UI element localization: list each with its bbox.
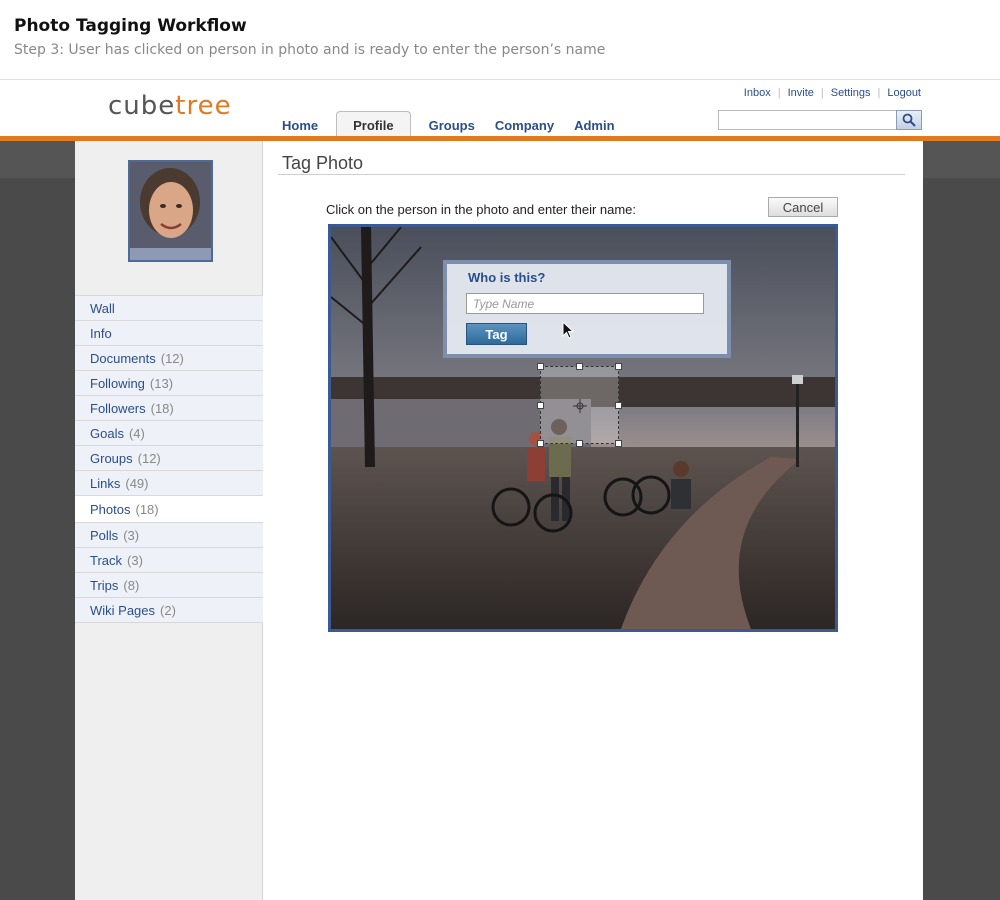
resize-handle-bottom-left[interactable] [537, 440, 544, 447]
logout-link[interactable]: Logout [887, 87, 921, 99]
sidebar-item-trips[interactable]: Trips (8) [75, 573, 263, 598]
sidebar-item-wall[interactable]: Wall [75, 296, 263, 321]
sidebar-item-documents[interactable]: Documents (12) [75, 346, 263, 371]
search-button[interactable] [896, 110, 922, 130]
sidebar-item-polls[interactable]: Polls (3) [75, 523, 263, 548]
tab-company[interactable]: Company [485, 111, 564, 136]
tag-photo[interactable]: Who is this? Type Name Tag [328, 224, 838, 632]
title-divider [278, 174, 905, 175]
search-input[interactable] [718, 110, 898, 130]
workflow-header: Photo Tagging Workflow Step 3: User has … [0, 0, 1000, 80]
tag-selection-box[interactable] [537, 363, 622, 447]
resize-handle-right[interactable] [615, 402, 622, 409]
cursor-icon [562, 321, 574, 339]
tag-button[interactable]: Tag [466, 323, 527, 345]
tab-home[interactable]: Home [272, 111, 328, 136]
search-icon [902, 113, 916, 127]
page-title: Tag Photo [282, 153, 364, 173]
sidebar-item-groups[interactable]: Groups (12) [75, 446, 263, 471]
site-header: cubetree Inbox | Invite | Settings | Logout Ho… [0, 81, 1000, 136]
logo-part-2: tree [175, 91, 232, 121]
sidebar-item-info[interactable]: Info [75, 321, 263, 346]
resize-handle-top-left[interactable] [537, 363, 544, 370]
sidebar-item-goals[interactable]: Goals (4) [75, 421, 263, 446]
cancel-button[interactable]: Cancel [768, 197, 838, 217]
workflow-title: Photo Tagging Workflow [14, 16, 247, 36]
resize-handle-top-right[interactable] [615, 363, 622, 370]
tag-dialog: Who is this? Type Name Tag [443, 260, 731, 358]
tag-question: Who is this? [468, 270, 546, 285]
inbox-link[interactable]: Inbox [744, 87, 771, 99]
sidebar-item-following[interactable]: Following (13) [75, 371, 263, 396]
sidebar-item-links[interactable]: Links (49) [75, 471, 263, 496]
cubetree-logo[interactable]: cubetree [108, 91, 232, 121]
settings-link[interactable]: Settings [831, 87, 871, 99]
utility-links: Inbox | Invite | Settings | Logout [743, 87, 921, 99]
tab-profile[interactable]: Profile [336, 111, 411, 136]
logo-part-1: cube [108, 91, 176, 121]
sidebar: Wall Info Documents (12) Following (13) Fo… [75, 141, 263, 900]
tab-admin[interactable]: Admin [564, 111, 624, 136]
resize-handle-bottom[interactable] [576, 440, 583, 447]
sidebar-item-followers[interactable]: Followers (18) [75, 396, 263, 421]
invite-link[interactable]: Invite [788, 87, 814, 99]
page-container: Wall Info Documents (12) Following (13) Fo… [75, 141, 923, 900]
tag-name-input[interactable]: Type Name [466, 293, 704, 314]
avatar[interactable] [128, 160, 213, 262]
main-nav: Home Profile Groups Company Admin [272, 111, 625, 136]
sidebar-item-wiki-pages[interactable]: Wiki Pages (2) [75, 598, 263, 623]
resize-handle-top[interactable] [576, 363, 583, 370]
avatar-portrait [130, 162, 211, 260]
crosshair-icon [573, 399, 587, 413]
tab-groups[interactable]: Groups [419, 111, 485, 136]
resize-handle-left[interactable] [537, 402, 544, 409]
sidebar-item-photos[interactable]: Photos (18) [75, 496, 263, 523]
profile-menu: Wall Info Documents (12) Following (13) Fo… [75, 295, 263, 623]
workflow-step: Step 3: User has clicked on person in ph… [14, 42, 606, 58]
sidebar-item-track[interactable]: Track (3) [75, 548, 263, 573]
tag-instruction: Click on the person in the photo and ent… [326, 202, 637, 217]
resize-handle-bottom-right[interactable] [615, 440, 622, 447]
